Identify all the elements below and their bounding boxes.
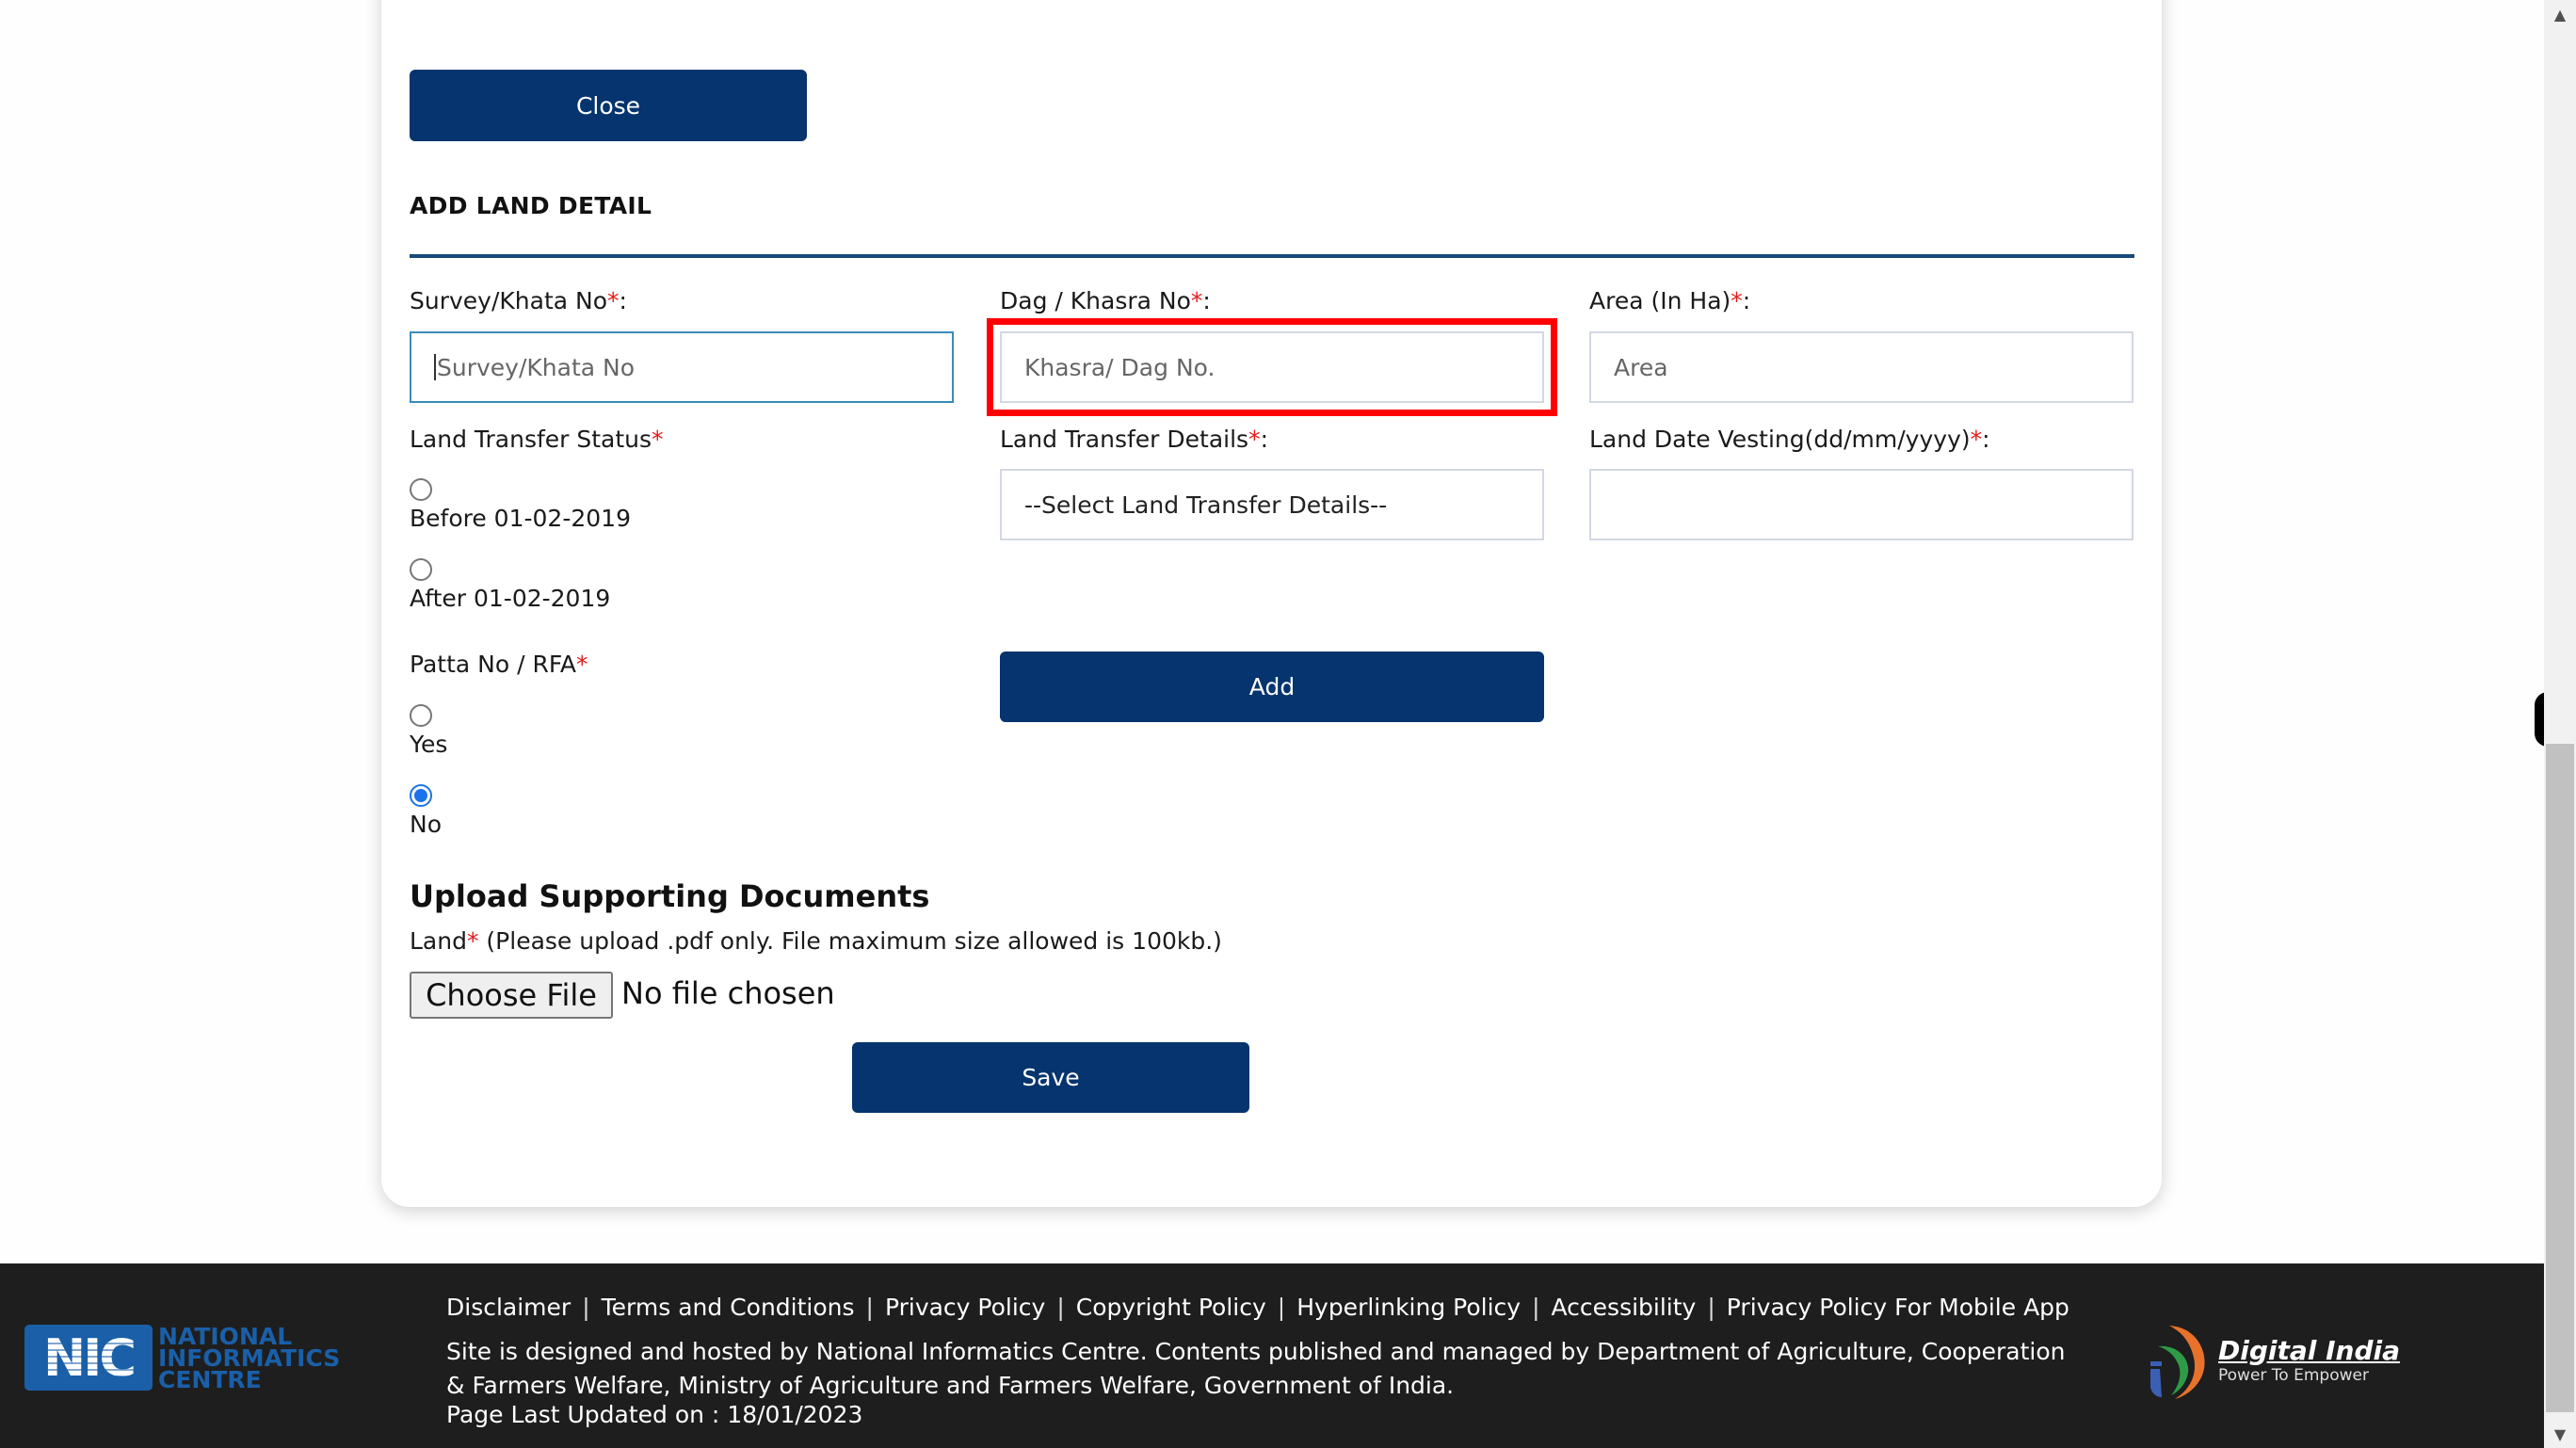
footer-link-accessibility[interactable]: Accessibility <box>1552 1294 1697 1321</box>
upload-heading: Upload Supporting Documents <box>410 878 930 914</box>
area-input[interactable]: Area <box>1589 331 2133 403</box>
survey-khata-input[interactable]: Survey/Khata No <box>410 331 954 403</box>
survey-label: Survey/Khata No*: <box>410 287 627 314</box>
dag-label: Dag / Khasra No*: <box>1000 287 1211 314</box>
digital-india-logo: Digital India Power To Empower <box>2141 1318 2400 1401</box>
patta-no-label: No <box>410 811 442 838</box>
date-vesting-label: Land Date Vesting(dd/mm/yyyy)*: <box>1589 426 1990 453</box>
close-button[interactable]: Close <box>410 70 807 141</box>
footer-link-copyright[interactable]: Copyright Policy <box>1076 1294 1266 1321</box>
date-vesting-input[interactable] <box>1589 469 2133 540</box>
nic-mark-icon: NIC <box>24 1325 153 1391</box>
scroll-up-arrow-icon[interactable]: ▲ <box>2544 0 2576 28</box>
digital-india-mark-icon <box>2150 1326 2205 1399</box>
text-caret <box>434 354 436 380</box>
land-detail-card <box>381 0 2162 1207</box>
transfer-before-label: Before 01-02-2019 <box>410 505 631 532</box>
footer-link-terms[interactable]: Terms and Conditions <box>602 1294 855 1321</box>
transfer-before-radio[interactable] <box>410 478 432 501</box>
footer-link-hyperlinking[interactable]: Hyperlinking Policy <box>1296 1294 1521 1321</box>
transfer-after-label: After 01-02-2019 <box>410 585 611 612</box>
patta-label: Patta No / RFA* <box>410 651 588 678</box>
section-title: ADD LAND DETAIL <box>410 192 652 219</box>
footer-link-privacy[interactable]: Privacy Policy <box>885 1294 1045 1321</box>
patta-no-radio[interactable] <box>410 784 432 807</box>
transfer-details-select[interactable]: --Select Land Transfer Details-- <box>1000 469 1544 540</box>
upload-note: Land* (Please upload .pdf only. File max… <box>410 927 1222 955</box>
footer-updated-text: Page Last Updated on : 18/01/2023 <box>446 1401 863 1428</box>
save-button[interactable]: Save <box>852 1042 1249 1113</box>
transfer-details-label: Land Transfer Details*: <box>1000 426 1268 453</box>
patta-yes-radio[interactable] <box>410 704 432 727</box>
transfer-status-label: Land Transfer Status* <box>410 426 664 453</box>
footer-link-disclaimer[interactable]: Disclaimer <box>446 1294 571 1321</box>
section-divider <box>410 254 2134 258</box>
patta-yes-label: Yes <box>410 731 448 758</box>
transfer-after-radio[interactable] <box>410 558 432 581</box>
scroll-down-arrow-icon[interactable]: ▼ <box>2544 1420 2576 1448</box>
nic-logo: NIC NATIONAL INFORMATICS CENTRE <box>24 1325 340 1392</box>
add-button[interactable]: Add <box>1000 652 1544 722</box>
vertical-scrollbar[interactable]: ▲ ▼ <box>2544 0 2576 1448</box>
scrollbar-thumb[interactable] <box>2546 744 2574 1412</box>
page: Close ADD LAND DETAIL Survey/Khata No*: … <box>0 0 2544 1448</box>
footer-link-privacy-mobile[interactable]: Privacy Policy For Mobile App <box>1727 1294 2069 1321</box>
highlight-box <box>987 318 1557 416</box>
side-feedback-tab[interactable] <box>2535 692 2544 747</box>
choose-file-button[interactable]: Choose File <box>410 972 613 1019</box>
footer-site-text: Site is designed and hosted by National … <box>446 1338 2066 1399</box>
area-label: Area (In Ha)*: <box>1589 287 1751 314</box>
file-status-text: No file chosen <box>621 975 835 1011</box>
footer-links: Disclaimer | Terms and Conditions | Privacy … <box>446 1294 2069 1321</box>
